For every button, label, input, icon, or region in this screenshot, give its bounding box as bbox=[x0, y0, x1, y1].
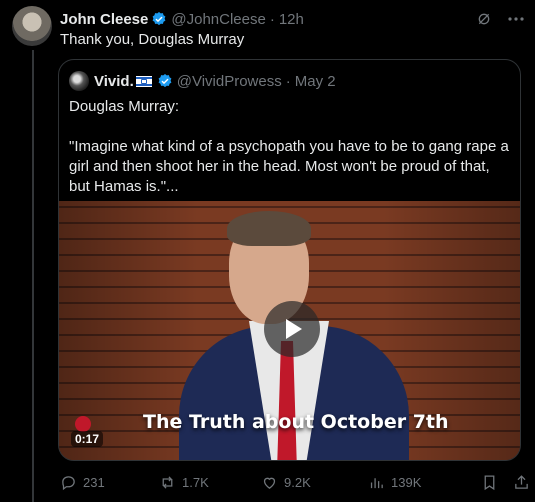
views-button[interactable]: 139K bbox=[368, 474, 472, 491]
repost-count: 1.7K bbox=[182, 474, 209, 490]
views-icon bbox=[370, 477, 383, 488]
grok-icon[interactable] bbox=[475, 10, 493, 28]
play-icon bbox=[286, 319, 302, 339]
quote-display-name: Vivid. bbox=[94, 72, 134, 90]
bookmark-icon bbox=[484, 474, 494, 490]
view-count: 139K bbox=[391, 474, 422, 490]
quote-verified-icon bbox=[158, 74, 172, 88]
tweet-header: John Cleese @JohnCleese · 12h bbox=[60, 9, 525, 29]
israel-flag-icon bbox=[135, 75, 152, 87]
verified-icon bbox=[152, 12, 166, 26]
quote-separator-dot: · bbox=[285, 72, 291, 90]
more-icon[interactable] bbox=[507, 10, 525, 28]
quote-handle: @VividProwess bbox=[176, 72, 282, 90]
reply-icon bbox=[62, 475, 75, 490]
share-icon bbox=[514, 474, 528, 489]
repost-button[interactable]: 1.7K bbox=[159, 474, 261, 491]
bookmark-button[interactable] bbox=[480, 473, 498, 491]
quote-body: Douglas Murray: "Imagine what kind of a … bbox=[69, 98, 509, 195]
reply-count: 231 bbox=[83, 474, 105, 490]
handle[interactable]: @JohnCleese bbox=[171, 11, 265, 28]
reply-button[interactable]: 231 bbox=[60, 474, 159, 491]
repost-icon bbox=[162, 475, 173, 489]
tweet-text: Thank you, Douglas Murray bbox=[60, 31, 245, 48]
heart-icon bbox=[263, 477, 276, 489]
share-button[interactable] bbox=[512, 473, 530, 491]
video-duration: 0:17 bbox=[71, 431, 104, 447]
avatar[interactable] bbox=[12, 6, 52, 46]
like-button[interactable]: 9.2K bbox=[261, 474, 368, 491]
thread-line bbox=[32, 50, 34, 502]
quote-date: May 2 bbox=[294, 72, 336, 90]
video-caption: The Truth about October 7th bbox=[143, 411, 449, 433]
quoted-tweet[interactable]: Vivid. @VividProwess · May 2 Douglas Mur… bbox=[58, 59, 521, 461]
quote-avatar bbox=[69, 71, 89, 91]
separator-dot: · bbox=[269, 10, 275, 28]
display-name[interactable]: John Cleese bbox=[60, 11, 148, 28]
play-button[interactable] bbox=[264, 301, 320, 357]
timestamp[interactable]: 12h bbox=[279, 11, 304, 28]
video-player[interactable]: The Truth about October 7th 0:17 bbox=[59, 201, 520, 460]
like-count: 9.2K bbox=[284, 474, 311, 490]
quote-header: Vivid. @VividProwess · May 2 bbox=[69, 71, 336, 91]
channel-badge-icon bbox=[75, 416, 91, 432]
action-bar: 231 1.7K 9.2K 139K bbox=[60, 472, 530, 492]
